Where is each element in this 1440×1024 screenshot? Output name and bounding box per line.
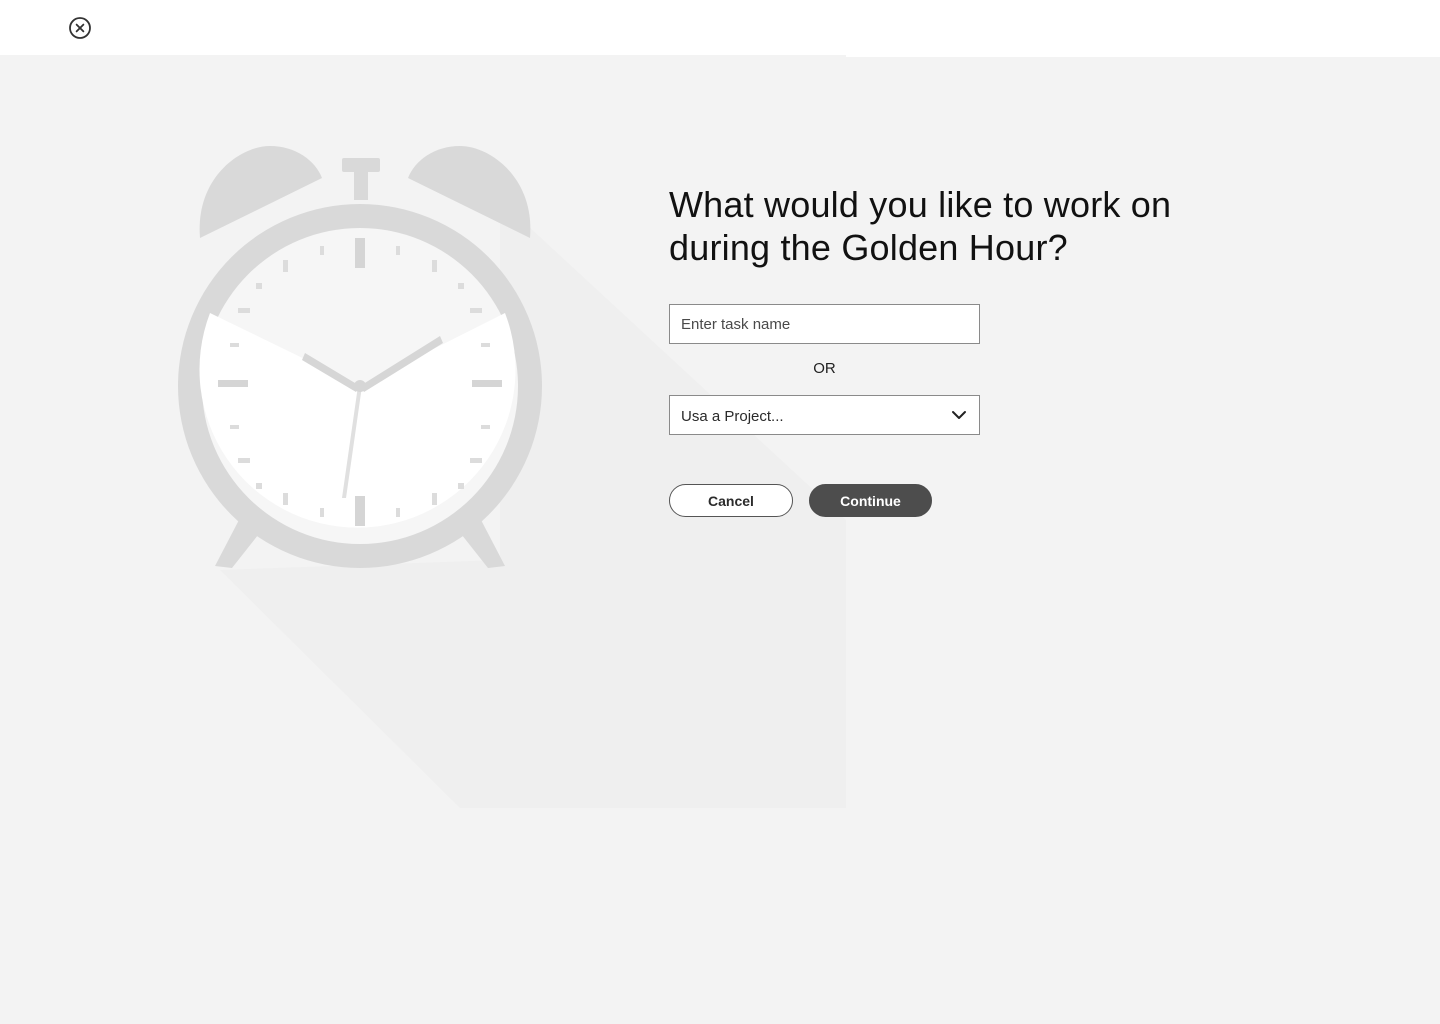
page-title: What would you like to work on during th…: [669, 184, 1172, 268]
chevron-down-icon: [952, 411, 966, 419]
task-name-input[interactable]: [669, 304, 980, 344]
cancel-button[interactable]: Cancel: [669, 484, 793, 517]
continue-button[interactable]: Continue: [809, 484, 932, 517]
or-separator: OR: [813, 360, 836, 377]
project-select[interactable]: Usa a Project...: [669, 395, 980, 435]
alarm-clock-icon: [178, 146, 542, 568]
project-select-value: Usa a Project...: [681, 408, 784, 425]
